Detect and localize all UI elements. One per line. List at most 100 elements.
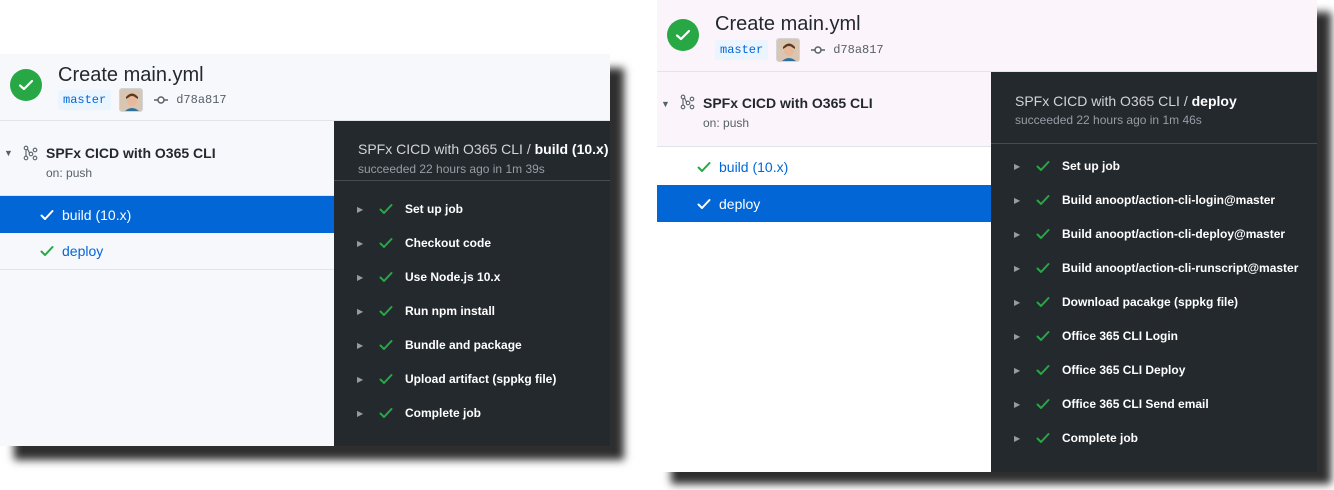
workflow-name: SPFx CICD with O365 CLI <box>703 95 873 111</box>
check-icon <box>379 271 393 283</box>
workflow-group[interactable]: ▼ SPFx CICD with O365 CLI on: push <box>0 121 334 196</box>
run-header: Create main.yml master d78a817 <box>657 0 1317 72</box>
workflow-group[interactable]: ▼ SPFx CICD with O365 CLI on: push <box>657 72 991 147</box>
job-log-pane: SPFx CICD with O365 CLI / build (10.x) s… <box>334 121 610 446</box>
run-meta: master d78a817 <box>715 38 884 62</box>
log-header: SPFx CICD with O365 CLI / build (10.x) s… <box>334 121 610 181</box>
log-step[interactable]: ▶ Office 365 CLI Login <box>991 319 1317 353</box>
log-step[interactable]: ▶ Build anoopt/action-cli-login@master <box>991 183 1317 217</box>
job-item-deploy[interactable]: deploy <box>0 233 334 270</box>
step-label: Build anoopt/action-cli-login@master <box>1062 193 1276 207</box>
branch-badge[interactable]: master <box>715 40 769 60</box>
caret-right-icon[interactable]: ▶ <box>357 341 363 350</box>
caret-right-icon[interactable]: ▶ <box>357 409 363 418</box>
job-item-build[interactable]: build (10.x) <box>0 196 334 233</box>
run-panel-build: Create main.yml master d78a817 ▼ SPFx CI… <box>0 54 610 446</box>
check-icon <box>379 237 393 249</box>
log-step[interactable]: ▶ Bundle and package <box>334 328 610 362</box>
log-step[interactable]: ▶ Set up job <box>334 192 610 226</box>
check-icon <box>1036 296 1050 308</box>
check-icon <box>1036 330 1050 342</box>
caret-right-icon[interactable]: ▶ <box>357 205 363 214</box>
workflow-icon <box>679 94 695 115</box>
caret-right-icon[interactable]: ▶ <box>1014 264 1020 273</box>
caret-right-icon[interactable]: ▶ <box>1014 366 1020 375</box>
run-title: Create main.yml <box>715 13 861 35</box>
log-step[interactable]: ▶ Download pacakge (sppkg file) <box>991 285 1317 319</box>
avatar[interactable] <box>119 88 144 112</box>
check-circle-icon <box>667 19 699 51</box>
git-commit-icon <box>811 45 826 55</box>
caret-right-icon[interactable]: ▶ <box>1014 230 1020 239</box>
step-label: Office 365 CLI Send email <box>1062 397 1209 411</box>
run-panel-deploy: Create main.yml master d78a817 ▼ SPFx CI… <box>657 0 1317 472</box>
step-label: Checkout code <box>405 236 492 250</box>
check-icon <box>697 161 711 173</box>
log-step[interactable]: ▶ Build anoopt/action-cli-deploy@master <box>991 217 1317 251</box>
check-icon <box>1036 160 1050 172</box>
log-step[interactable]: ▶ Run npm install <box>334 294 610 328</box>
step-label: Upload artifact (sppkg file) <box>405 372 557 386</box>
log-header: SPFx CICD with O365 CLI / deploy succeed… <box>991 72 1317 144</box>
check-icon <box>40 209 54 221</box>
log-step[interactable]: ▶ Checkout code <box>334 226 610 260</box>
log-step[interactable]: ▶ Complete job <box>334 396 610 430</box>
check-icon <box>379 339 393 351</box>
caret-down-icon[interactable]: ▼ <box>4 148 13 158</box>
run-meta: master d78a817 <box>58 88 227 112</box>
log-step[interactable]: ▶ Build anoopt/action-cli-runscript@maste… <box>991 251 1317 285</box>
step-label: Build anoopt/action-cli-deploy@master <box>1062 227 1286 241</box>
commit-sha[interactable]: d78a817 <box>176 93 226 107</box>
run-header: Create main.yml master d78a817 <box>0 54 610 121</box>
step-list: ▶ Set up job ▶ Build anoopt/action-cli-logi… <box>991 149 1317 455</box>
workflow-name: SPFx CICD with O365 CLI <box>46 145 216 161</box>
log-step[interactable]: ▶ Complete job <box>991 421 1317 455</box>
caret-right-icon[interactable]: ▶ <box>357 375 363 384</box>
log-step[interactable]: ▶ Office 365 CLI Deploy <box>991 353 1317 387</box>
caret-right-icon[interactable]: ▶ <box>1014 196 1020 205</box>
log-title-job: build (10.x) <box>534 141 609 157</box>
job-item-build[interactable]: build (10.x) <box>657 148 991 185</box>
log-subtitle: succeeded 22 hours ago in 1m 46s <box>1015 113 1202 127</box>
check-icon <box>1036 194 1050 206</box>
caret-right-icon[interactable]: ▶ <box>1014 162 1020 171</box>
caret-right-icon[interactable]: ▶ <box>1014 434 1020 443</box>
step-label: Complete job <box>405 406 482 420</box>
job-item-deploy[interactable]: deploy <box>657 185 991 222</box>
log-step[interactable]: ▶ Use Node.js 10.x <box>334 260 610 294</box>
check-icon <box>40 245 54 257</box>
caret-right-icon[interactable]: ▶ <box>357 273 363 282</box>
log-step[interactable]: ▶ Upload artifact (sppkg file) <box>334 362 610 396</box>
caret-right-icon[interactable]: ▶ <box>357 307 363 316</box>
caret-right-icon[interactable]: ▶ <box>1014 332 1020 341</box>
job-list: build (10.x) deploy <box>0 196 334 270</box>
step-label: Build anoopt/action-cli-runscript@master <box>1062 261 1299 275</box>
log-step[interactable]: ▶ Set up job <box>991 149 1317 183</box>
job-label: build (10.x) <box>62 206 132 223</box>
log-step[interactable]: ▶ Office 365 CLI Send email <box>991 387 1317 421</box>
caret-right-icon[interactable]: ▶ <box>1014 298 1020 307</box>
branch-badge[interactable]: master <box>58 90 112 110</box>
caret-down-icon[interactable]: ▼ <box>661 99 670 109</box>
step-label: Set up job <box>1062 159 1120 173</box>
run-title: Create main.yml <box>58 64 204 86</box>
job-label: deploy <box>62 243 104 259</box>
caret-right-icon[interactable]: ▶ <box>357 239 363 248</box>
step-label: Download pacakge (sppkg file) <box>1062 295 1239 309</box>
check-icon <box>1036 398 1050 410</box>
job-label: build (10.x) <box>719 158 789 175</box>
commit-sha[interactable]: d78a817 <box>833 43 883 57</box>
caret-right-icon[interactable]: ▶ <box>1014 400 1020 409</box>
log-title: SPFx CICD with O365 CLI / build (10.x) <box>358 141 609 157</box>
avatar[interactable] <box>776 38 801 62</box>
log-title-workflow: SPFx CICD with O365 CLI / <box>1015 93 1192 109</box>
check-icon <box>379 203 393 215</box>
check-icon <box>379 305 393 317</box>
workflow-icon <box>22 145 38 166</box>
workflow-sidebar: ▼ SPFx CICD with O365 CLI on: push build… <box>0 121 334 446</box>
workflow-trigger: on: push <box>46 166 93 180</box>
log-title-workflow: SPFx CICD with O365 CLI / <box>358 141 535 157</box>
step-label: Run npm install <box>405 304 495 318</box>
log-title: SPFx CICD with O365 CLI / deploy <box>1015 93 1237 109</box>
check-circle-icon <box>10 69 42 101</box>
